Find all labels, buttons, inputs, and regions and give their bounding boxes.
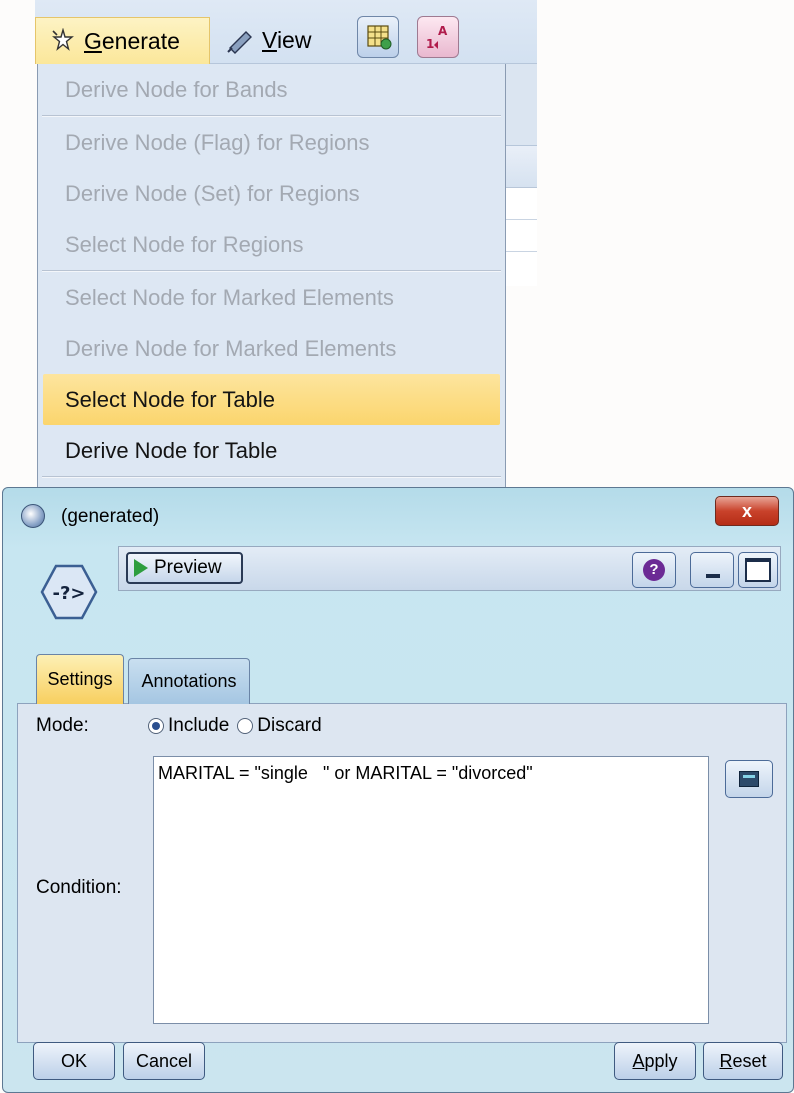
apply-button[interactable]: Apply [614, 1042, 696, 1080]
menu-item-select-table[interactable]: Select Node for Table [43, 374, 500, 425]
expression-builder-button[interactable] [725, 760, 773, 798]
menubar: Generate View A 1 [35, 0, 537, 64]
menu-item-derive-table[interactable]: Derive Node for Table [38, 425, 505, 476]
condition-label: Condition: [36, 877, 122, 898]
help-icon: ? [643, 559, 665, 581]
discard-radio-label[interactable]: Discard [257, 715, 321, 737]
sort-az-icon: A 1 [426, 24, 448, 51]
generate-menu-label: Generate [84, 27, 180, 54]
reset-button[interactable]: Reset [703, 1042, 783, 1080]
mode-label: Mode: [36, 715, 89, 736]
preview-label: Preview [154, 557, 222, 578]
background-table [505, 146, 537, 286]
play-icon [134, 559, 148, 577]
generate-wand-icon [52, 28, 74, 51]
preview-button[interactable]: Preview [126, 552, 243, 584]
mode-radio-group: Include Discard [148, 715, 330, 737]
view-menu-label: View [262, 27, 312, 53]
view-telescope-icon [227, 30, 252, 54]
minimize-button[interactable] [690, 552, 734, 588]
menu-item-derive-flag-regions[interactable]: Derive Node (Flag) for Regions [38, 117, 505, 168]
menu-item-derive-bands[interactable]: Derive Node for Bands [38, 64, 505, 115]
table-add-icon [367, 25, 392, 50]
view-menu[interactable]: View [220, 17, 325, 64]
dialog-title: (generated) [61, 506, 160, 527]
menu-separator [42, 476, 501, 478]
close-button[interactable]: x [715, 496, 779, 526]
menu-item-select-marked[interactable]: Select Node for Marked Elements [38, 272, 505, 323]
select-node-icon-text: -?> [53, 583, 86, 604]
include-radio-label[interactable]: Include [168, 715, 229, 737]
svg-text:1: 1 [426, 37, 434, 51]
menu-item-derive-marked[interactable]: Derive Node for Marked Elements [38, 323, 505, 374]
generated-node-dialog: (generated) x -?> Preview ? Settings Ann… [2, 487, 794, 1093]
background-table-header [505, 146, 537, 188]
generate-dropdown-menu: Derive Node for Bands Derive Node (Flag)… [37, 64, 506, 494]
dialog-toolbar: Preview ? [118, 546, 781, 591]
minimize-icon [706, 574, 720, 578]
maximize-icon [745, 558, 771, 582]
cancel-button[interactable]: Cancel [123, 1042, 205, 1080]
toolbar-sort-button[interactable]: A 1 [417, 16, 459, 58]
close-icon: x [741, 500, 752, 521]
maximize-button[interactable] [738, 552, 778, 588]
generate-menu[interactable]: Generate [35, 17, 210, 64]
svg-text:A: A [438, 24, 448, 38]
select-node-icon: -?> [40, 564, 98, 620]
background-panel [505, 64, 537, 146]
background-table-row [505, 188, 537, 220]
toolbar-table-button[interactable] [357, 16, 399, 58]
condition-textarea[interactable]: MARITAL = "single " or MARITAL = "divorc… [153, 756, 709, 1024]
diamond-app-icon [21, 504, 45, 528]
help-button[interactable]: ? [632, 552, 676, 588]
include-radio[interactable] [148, 718, 164, 734]
ok-button[interactable]: OK [33, 1042, 115, 1080]
tab-annotations[interactable]: Annotations [128, 658, 250, 704]
menu-item-derive-set-regions[interactable]: Derive Node (Set) for Regions [38, 168, 505, 219]
background-table-row [505, 220, 537, 252]
discard-radio[interactable] [237, 718, 254, 734]
calculator-icon [739, 771, 759, 787]
dialog-titlebar[interactable]: (generated) x [3, 488, 793, 546]
menu-item-select-regions[interactable]: Select Node for Regions [38, 219, 505, 270]
tab-settings[interactable]: Settings [36, 654, 124, 704]
